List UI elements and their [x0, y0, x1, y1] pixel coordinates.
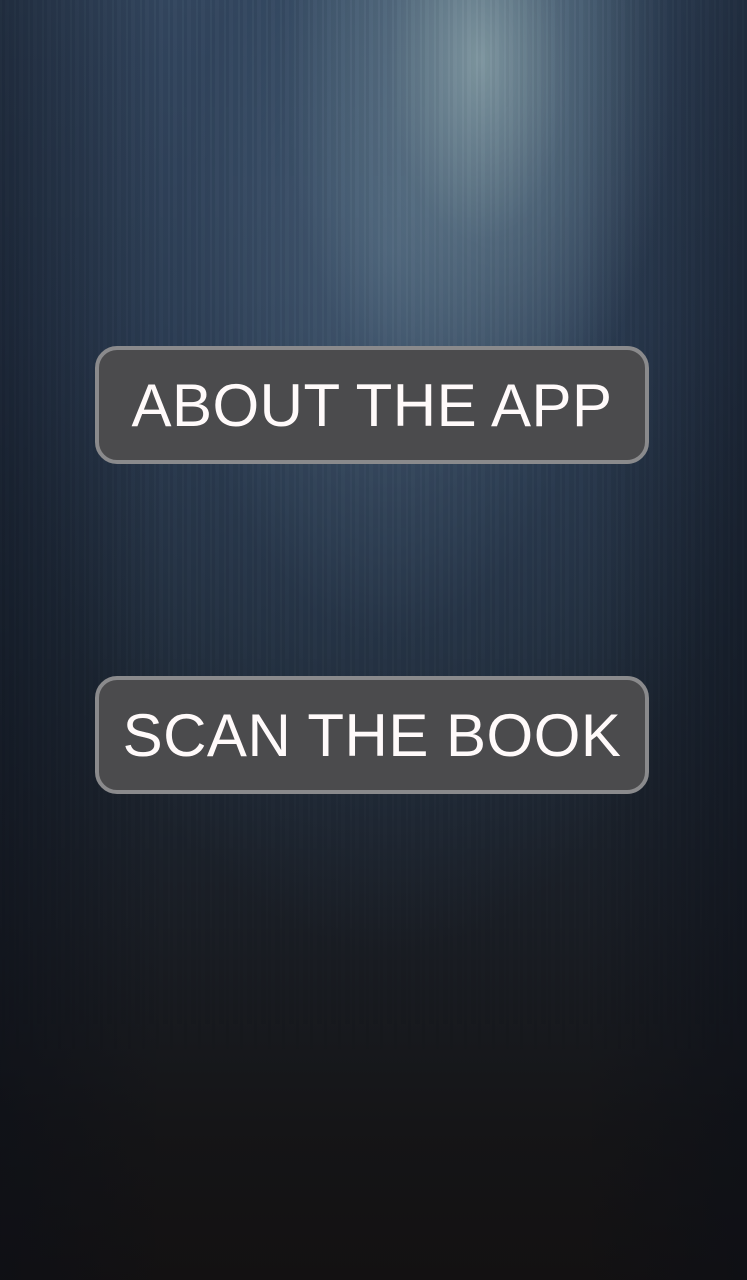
about-the-app-label: ABOUT THE APP: [131, 371, 613, 439]
scan-the-book-button[interactable]: SCAN THE BOOK: [95, 676, 649, 794]
app-screen: ABOUT THE APP SCAN THE BOOK: [0, 0, 747, 1280]
scan-the-book-label: SCAN THE BOOK: [122, 701, 622, 769]
about-the-app-button[interactable]: ABOUT THE APP: [95, 346, 649, 464]
background-vignette: [0, 0, 747, 1280]
